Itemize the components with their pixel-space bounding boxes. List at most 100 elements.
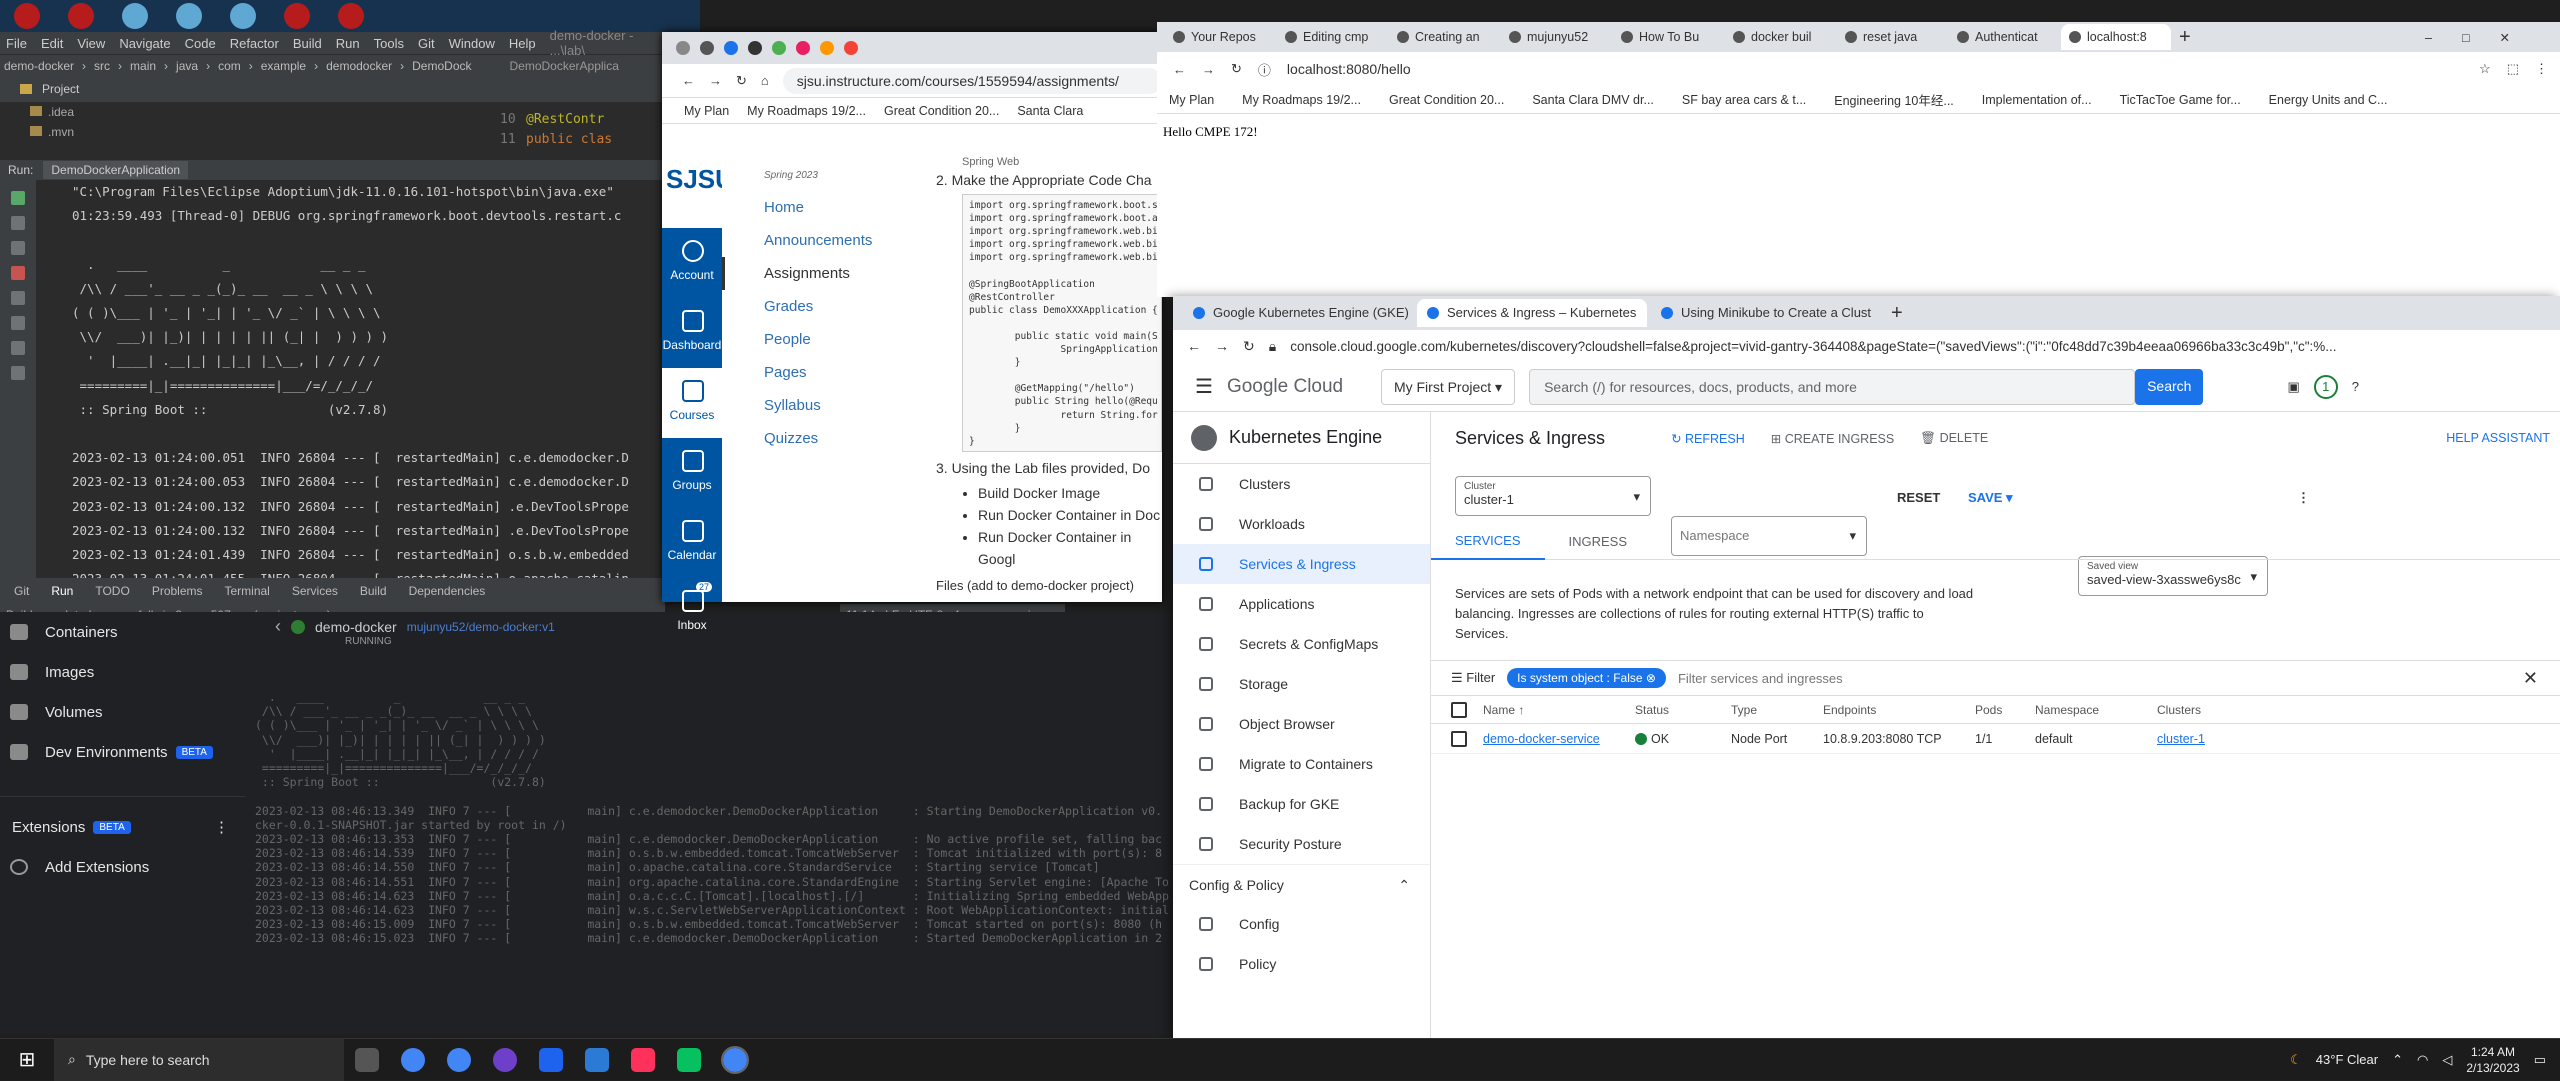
filter-chip[interactable]: Is system object : False ⊗ [1507, 668, 1666, 688]
nav-policy[interactable]: Policy [1173, 944, 1430, 984]
back-icon[interactable]: ← [1173, 62, 1186, 77]
bookmark[interactable]: Santa Clara DMV dr... [1532, 93, 1654, 107]
notification-icon[interactable]: ▭ [2534, 1052, 2546, 1068]
bookmark[interactable]: My Plan [684, 104, 729, 118]
browser-tab-active[interactable]: Services & Ingress – Kubernetes [1417, 299, 1647, 327]
app-desktop-icon[interactable] [122, 3, 148, 29]
tab-favicon[interactable] [772, 41, 786, 55]
wechat-icon[interactable] [677, 1047, 701, 1072]
clock[interactable]: 1:24 AM 2/13/2023 [2466, 1044, 2519, 1076]
bookmark[interactable]: Energy Units and C... [2269, 93, 2388, 107]
course-nav-people[interactable]: People [722, 323, 922, 356]
bookmark[interactable]: My Roadmaps 19/2... [747, 104, 866, 118]
tab-favicon[interactable] [700, 41, 714, 55]
menu-window[interactable]: Window [449, 36, 495, 51]
bookmark[interactable]: Santa Clara [1017, 104, 1083, 118]
reset-button[interactable]: RESET [1897, 490, 1940, 505]
window-controls[interactable]: –□✕ [2425, 30, 2540, 45]
search-input[interactable]: Search (/) for resources, docs, products… [1529, 368, 2136, 405]
forward-icon[interactable]: → [1215, 338, 1229, 354]
tab-favicon[interactable] [820, 41, 834, 55]
trash-icon[interactable] [11, 341, 25, 355]
project-picker[interactable]: My First Project ▾ [1380, 368, 1516, 405]
pin-icon[interactable] [11, 366, 25, 380]
back-icon[interactable]: ‹ [275, 616, 281, 637]
col-type[interactable]: Type [1731, 703, 1823, 717]
hamburger-menu-icon[interactable]: ☰ [1195, 374, 1213, 399]
tab-run[interactable]: Run [51, 584, 73, 598]
service-name-link[interactable]: demo-docker-service [1483, 732, 1635, 746]
course-nav-quizzes[interactable]: Quizzes [722, 422, 922, 455]
filter-input[interactable]: Filter services and ingresses [1678, 671, 1843, 686]
filter-icon[interactable]: ☰ Filter [1451, 670, 1495, 686]
help-icon[interactable]: ? [2352, 379, 2359, 394]
save-button[interactable]: SAVE ▾ [1968, 490, 2013, 506]
breadcrumb-item[interactable]: demo-docker [4, 59, 74, 73]
menu-git[interactable]: Git [418, 36, 435, 51]
browser-tab[interactable]: Your Repos [1165, 24, 1275, 50]
bookmark[interactable]: TicTacToe Game for... [2120, 93, 2241, 107]
home-icon[interactable]: ⌂ [761, 73, 769, 88]
tab-dependencies[interactable]: Dependencies [409, 584, 486, 598]
tab-todo[interactable]: TODO [95, 584, 129, 598]
nav-services-ingress[interactable]: Services & Ingress [1173, 544, 1430, 584]
menu-build[interactable]: Build [293, 36, 322, 51]
menu-code[interactable]: Code [185, 36, 216, 51]
help-assistant-button[interactable]: HELP ASSISTANT [2446, 431, 2550, 445]
delete-button[interactable]: 🗑︎ DELETE [1920, 431, 1988, 446]
app-desktop-icon[interactable] [230, 3, 256, 29]
search-button[interactable]: Search [2135, 368, 2204, 405]
bookmark[interactable]: Engineering 10年经... [1834, 90, 1954, 109]
breadcrumb-item[interactable]: com [218, 59, 241, 73]
create-ingress-button[interactable]: ⊞ CREATE INGRESS [1771, 431, 1894, 446]
bookmark[interactable]: Implementation of... [1982, 93, 2092, 107]
more-icon[interactable]: ⋮ [214, 818, 229, 836]
nav-backup[interactable]: Backup for GKE [1173, 784, 1430, 824]
col-name[interactable]: Name ↑ [1483, 703, 1635, 717]
github-desktop-icon[interactable] [493, 1047, 517, 1072]
new-tab-icon[interactable]: + [2179, 26, 2191, 49]
browser-tab[interactable]: How To Bu [1613, 24, 1723, 50]
nav-applications[interactable]: Applications [1173, 584, 1430, 624]
chrome-icon[interactable] [401, 1047, 425, 1072]
browser-tab[interactable]: mujunyu52 [1501, 24, 1611, 50]
menu-file[interactable]: File [6, 36, 27, 51]
breadcrumb-item[interactable]: example [261, 59, 306, 73]
browser-tab[interactable]: Editing cmp [1277, 24, 1387, 50]
google-cloud-logo[interactable]: Google Cloud [1227, 376, 1367, 398]
tab-favicon[interactable] [796, 41, 810, 55]
tab-terminal[interactable]: Terminal [225, 584, 270, 598]
browser-tab[interactable]: Creating an [1389, 24, 1499, 50]
explorer-icon[interactable] [585, 1047, 609, 1072]
menu-refactor[interactable]: Refactor [230, 36, 279, 51]
tray-chevron-icon[interactable]: ⌃ [2392, 1052, 2403, 1068]
down-icon[interactable] [11, 241, 25, 255]
forward-icon[interactable]: → [709, 73, 722, 88]
cloud-shell-icon[interactable]: ▣ [2287, 379, 2299, 395]
menu-tools[interactable]: Tools [374, 36, 404, 51]
course-nav-syllabus[interactable]: Syllabus [722, 389, 922, 422]
col-endpoints[interactable]: Endpoints [1823, 703, 1975, 717]
browser-tab-active[interactable]: localhost:8 [2061, 24, 2171, 50]
nav-security-posture[interactable]: Security Posture [1173, 824, 1430, 864]
task-view-icon[interactable] [355, 1047, 379, 1072]
editor-tab[interactable]: DemoDockerApplica [510, 59, 619, 73]
breadcrumb-item[interactable]: main [130, 59, 156, 73]
rerun-icon[interactable] [11, 191, 25, 205]
container-image-link[interactable]: mujunyu52/demo-docker:v1 [407, 620, 555, 634]
course-nav-pages[interactable]: Pages [722, 356, 922, 389]
bookmark[interactable]: My Roadmaps 19/2... [1242, 93, 1361, 107]
container-logs[interactable]: . ____ _ __ _ _ /\\ / ___'_ __ _ _(_)_ _… [255, 690, 1180, 950]
breadcrumb-item[interactable]: DemoDock [412, 59, 471, 73]
cluster-select[interactable]: Cluster cluster-1 ▾ [1455, 476, 1651, 516]
nav-secrets-configmaps[interactable]: Secrets & ConfigMaps [1173, 624, 1430, 664]
pdf-desktop-icon[interactable] [284, 3, 310, 29]
bookmark[interactable]: Great Condition 20... [1389, 93, 1504, 107]
tab-favicon[interactable] [724, 41, 738, 55]
tab-favicon[interactable] [844, 41, 858, 55]
bookmark[interactable]: SF bay area cars & t... [1682, 93, 1806, 107]
nav-migrate[interactable]: Migrate to Containers [1173, 744, 1430, 784]
course-nav-grades[interactable]: Grades [722, 290, 922, 323]
tab-services[interactable]: SERVICES [1431, 524, 1545, 560]
docker-icon[interactable] [539, 1047, 563, 1072]
